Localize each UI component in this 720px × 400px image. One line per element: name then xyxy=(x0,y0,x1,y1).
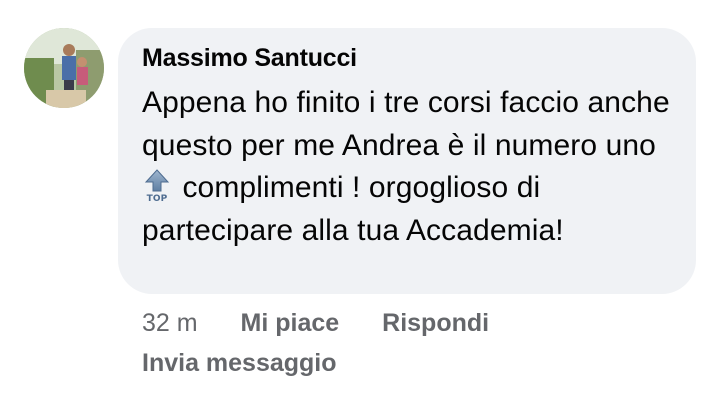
comment-actions: 32 m Mi piace Rispondi xyxy=(142,306,525,340)
comment-text-end: complimenti ! orgoglioso di partecipare … xyxy=(142,171,564,247)
comment: Massimo Santucci Appena ho finito i tre … xyxy=(0,0,720,400)
svg-text:TOP: TOP xyxy=(147,194,168,203)
comment-text-start: Appena ho finito i tre corsi faccio anch… xyxy=(142,86,670,162)
comment-bubble: Massimo Santucci Appena ho finito i tre … xyxy=(118,28,696,294)
reply-button[interactable]: Rispondi xyxy=(382,309,489,337)
comment-text: Appena ho finito i tre corsi faccio anch… xyxy=(142,82,672,252)
comment-timestamp[interactable]: 32 m xyxy=(142,309,198,337)
avatar[interactable] xyxy=(24,28,104,108)
avatar-photo xyxy=(24,28,104,108)
top-arrow-emoji-icon: TOP xyxy=(144,169,170,204)
comment-author[interactable]: Massimo Santucci xyxy=(142,42,672,74)
like-button[interactable]: Mi piace xyxy=(241,309,340,337)
send-message-button[interactable]: Invia messaggio xyxy=(142,346,337,380)
